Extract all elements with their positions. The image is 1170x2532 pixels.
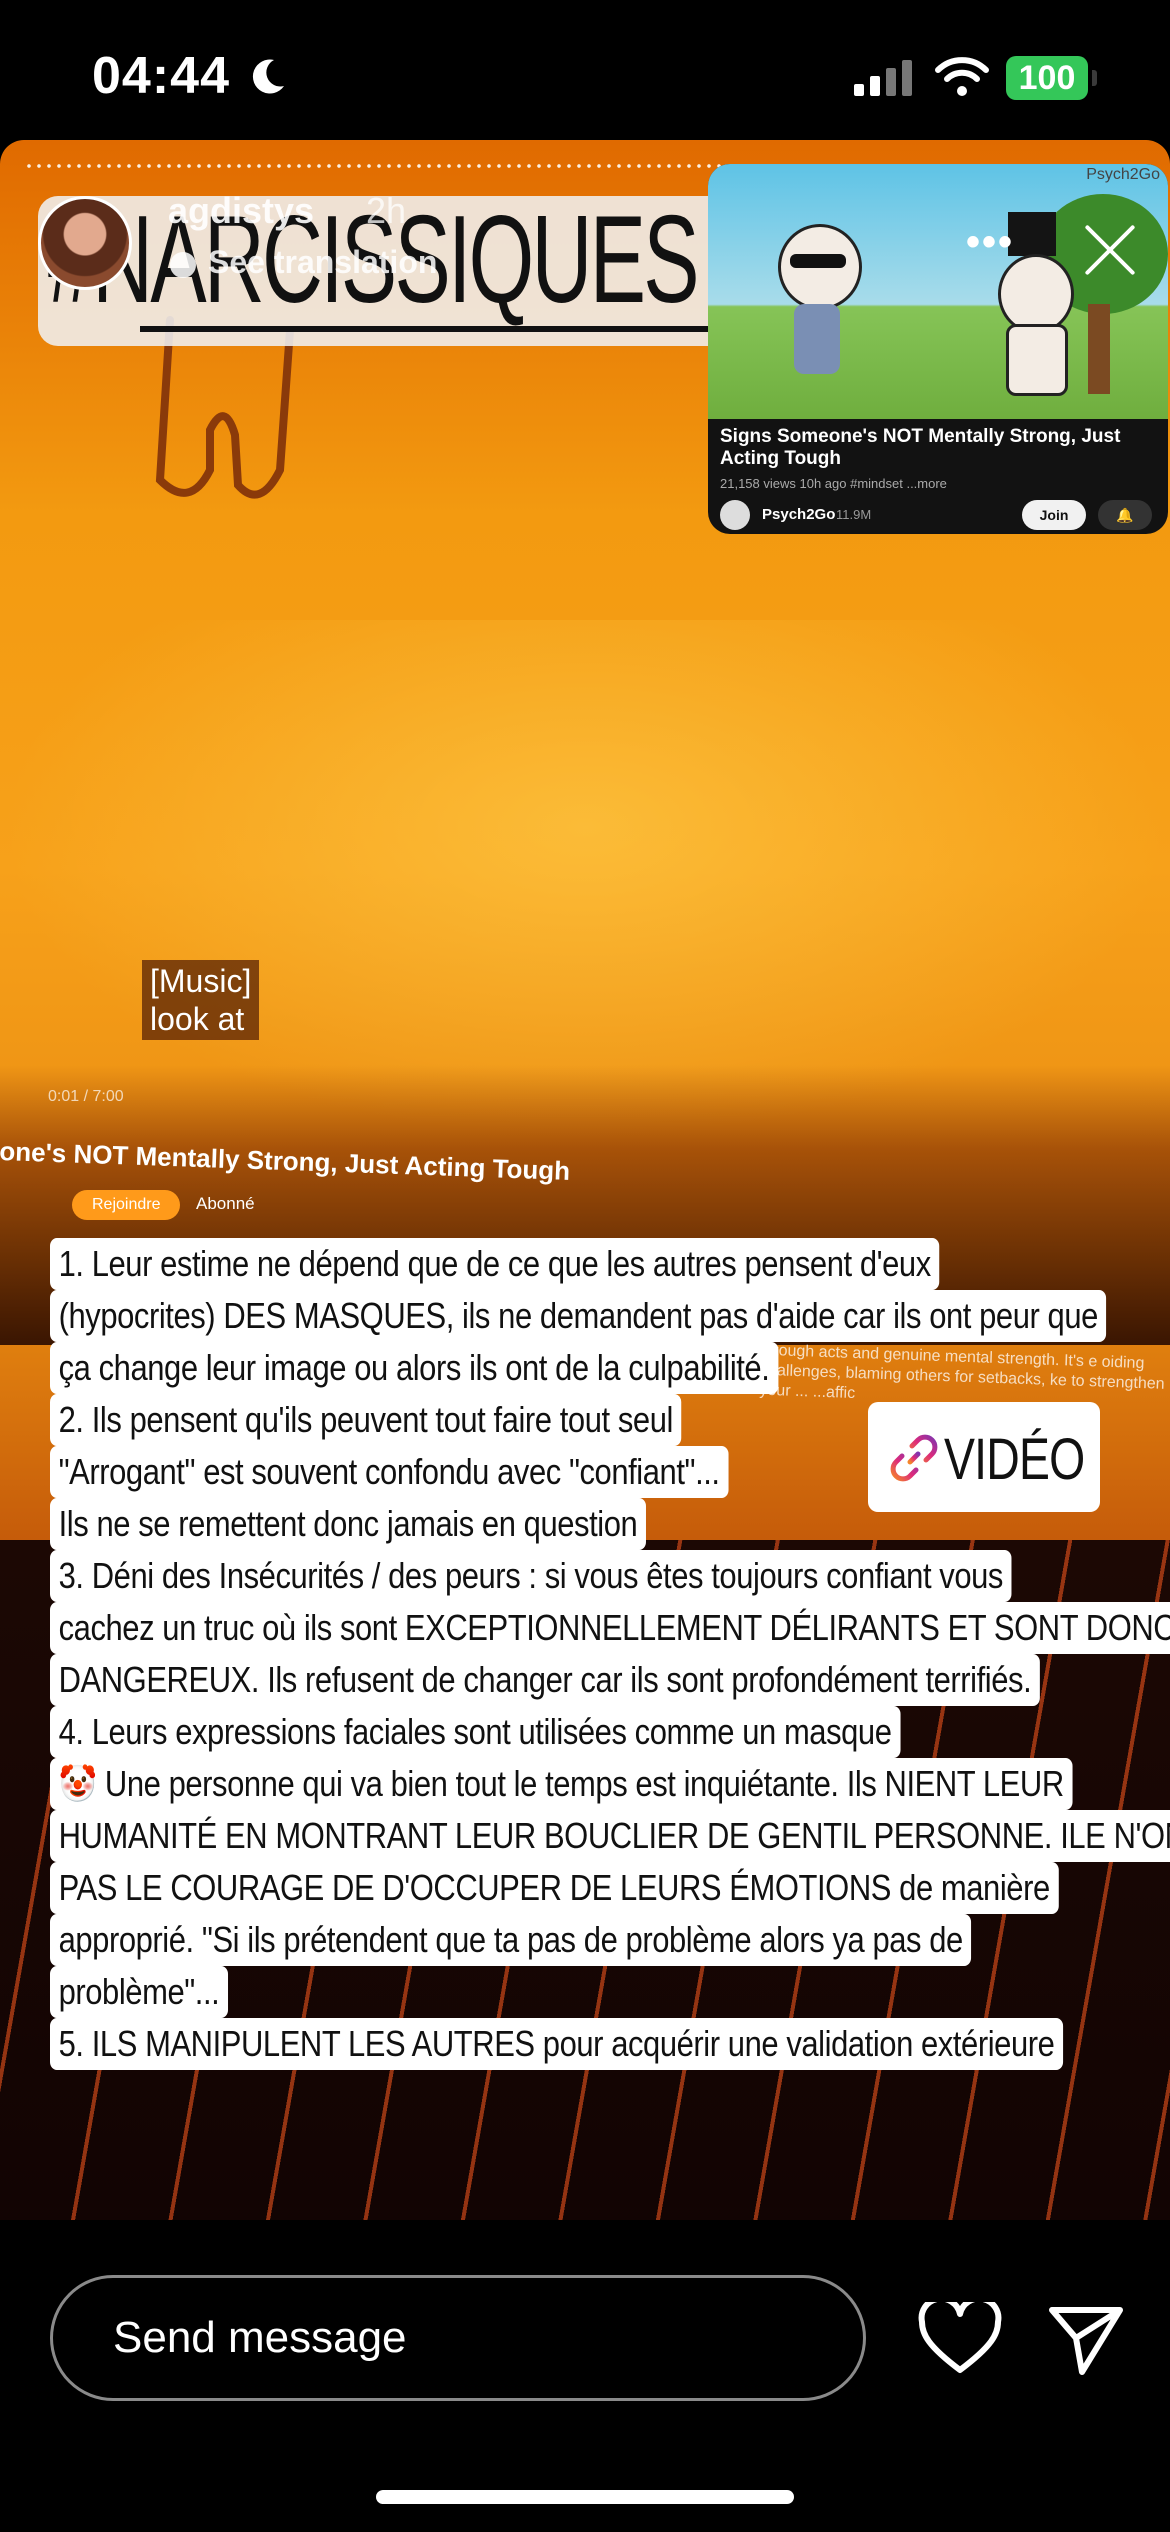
text-line: PAS LE COURAGE DE D'OCCUPER DE LEURS ÉMO… (50, 1862, 1059, 1914)
hashtag-underline (140, 326, 728, 332)
character-body (1006, 324, 1068, 396)
tree-trunk (1088, 304, 1110, 394)
moon-icon (252, 59, 284, 94)
text-line: 1. Leur estime ne dépend que de ce que l… (50, 1238, 940, 1290)
caption-line: [Music] (150, 963, 252, 999)
text-line: cachez un truc où ils sont EXCEPTIONNELL… (50, 1602, 1170, 1654)
text-line: ça change leur image ou alors ils ont de… (50, 1342, 779, 1394)
channel-watermark: Psych2Go (1086, 166, 1160, 183)
channel-avatar (720, 500, 750, 530)
text-line: 3. Déni des Insécurités / des peurs : si… (50, 1550, 1012, 1602)
status-bar: 04:44 100 (0, 0, 1170, 140)
character-body (794, 304, 840, 374)
text-line: problème"... (50, 1966, 228, 2018)
text-line: (hypocrites) DES MASQUES, ils ne demande… (50, 1290, 1107, 1342)
wifi-icon (935, 57, 989, 96)
text-line: "Arrogant" est souvent confondu avec "co… (50, 1446, 729, 1498)
story-text-overlay: 1. Leur estime ne dépend que de ce que l… (50, 1238, 1170, 2070)
video-caption: [Music] look at (142, 960, 260, 1040)
more-options-icon[interactable]: ••• (966, 220, 1014, 265)
story-canvas[interactable]: [Music] look at 0:01 / 7:00 one's NOT Me… (0, 140, 1170, 2220)
text-line: HUMANITÉ EN MONTRANT LEUR BOUCLIER DE GE… (50, 1810, 1170, 1862)
home-indicator[interactable] (376, 2490, 794, 2504)
close-icon[interactable] (1080, 220, 1140, 280)
video-title: Signs Someone's NOT Mentally Strong, Jus… (720, 426, 1121, 469)
battery-tip (1092, 70, 1097, 86)
text-line: 4. Leurs expressions faciales sont utili… (50, 1706, 901, 1758)
background-subscribed-label: Abonné (196, 1194, 255, 1213)
channel-name: Psych2Go (762, 506, 836, 523)
background-join-button: Rejoindre (72, 1190, 181, 1220)
text-line: approprié. "Si ils prétendent que ta pas… (50, 1914, 972, 1966)
bell-icon: 🔔 (1098, 500, 1152, 530)
sticker-label: VIDÉO (944, 1427, 1085, 1492)
player-time: 0:01 / 7:00 (48, 1088, 124, 1105)
doodle-drawing (155, 316, 294, 499)
light-glow (0, 620, 1170, 1140)
see-translation-link[interactable]: See translation (168, 244, 437, 281)
sunglasses (790, 254, 846, 268)
video-link-sticker[interactable]: VIDÉO (868, 1402, 1100, 1512)
text-line: DANGEREUX. Ils refusent de changer car i… (50, 1654, 1040, 1706)
story-time: 2h (366, 190, 407, 231)
video-meta: 21,158 views 10h ago #mindset ...more (720, 476, 947, 491)
text-line: 🤡 Une personne qui va bien tout le temps… (50, 1758, 1073, 1810)
see-translation-label: See translation (208, 244, 438, 280)
character-head (998, 254, 1074, 334)
text-line: 5. ILS MANIPULENT LES AUTRES pour acquér… (50, 2018, 1063, 2070)
username[interactable]: agdistys (168, 190, 314, 232)
avatar[interactable] (38, 196, 132, 290)
caption-line: look at (150, 1001, 245, 1037)
send-message-input[interactable]: Send message (50, 2275, 866, 2401)
join-button: Join (1022, 500, 1086, 530)
clock: 04:44 (92, 47, 230, 105)
heart-icon[interactable] (918, 2302, 1002, 2376)
subscriber-count: 11.9M (836, 507, 872, 522)
link-icon (890, 1434, 938, 1482)
text-line: Ils ne se remettent donc jamais en quest… (50, 1498, 646, 1550)
battery-indicator: 100 (1006, 56, 1088, 100)
top-hat (1008, 212, 1056, 256)
cellular-signal-icon (854, 60, 912, 96)
text-line: 2. Ils pensent qu'ils peuvent tout faire… (50, 1394, 682, 1446)
send-icon[interactable] (1046, 2298, 1126, 2378)
